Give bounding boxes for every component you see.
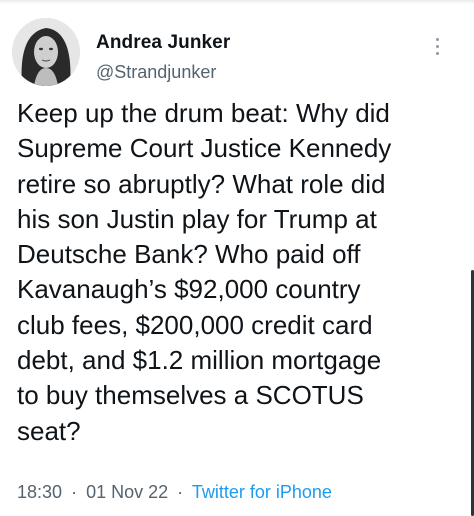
tweet-source-link[interactable]: Twitter for iPhone — [192, 482, 332, 502]
tweet-text-line: his son Justin play for Trump at — [17, 203, 377, 234]
tweet-text-line: debt, and $1.2 million mortgage — [17, 345, 382, 376]
author-handle[interactable]: @Strandjunker — [96, 62, 216, 83]
tweet-text-line: to buy themselves a SCOTUS — [17, 380, 364, 411]
meta-separator: · — [177, 482, 184, 502]
tweet-text-line: Deutsche Bank? Who paid off — [17, 239, 361, 270]
tweet-time[interactable]: 18:30 — [17, 482, 62, 502]
tweet-text-line: Kavanaugh’s $92,000 country — [17, 274, 361, 305]
tweet-text-line: seat? — [17, 415, 81, 446]
top-divider — [0, 0, 474, 4]
tweet-text-line: club fees, $200,000 credit card — [17, 309, 373, 340]
tweet-text: Keep up the drum beat: Why did Supreme C… — [17, 96, 461, 449]
more-vertical-icon[interactable] — [434, 38, 440, 60]
tweet-date[interactable]: 01 Nov 22 — [86, 482, 168, 502]
tweet-card: Andrea Junker @Strandjunker Keep up the … — [0, 0, 474, 516]
tweet-meta: 18:30 · 01 Nov 22 · Twitter for iPhone — [17, 482, 332, 503]
avatar-portrait — [12, 18, 80, 86]
tweet-text-line: Keep up the drum beat: Why did — [17, 98, 390, 128]
avatar[interactable] — [12, 18, 80, 86]
tweet-text-line: Supreme Court Justice Kennedy — [17, 133, 392, 164]
author-name[interactable]: Andrea Junker — [96, 32, 230, 54]
meta-separator: · — [71, 482, 78, 502]
tweet-text-line: retire so abruptly? What role did — [17, 168, 386, 199]
